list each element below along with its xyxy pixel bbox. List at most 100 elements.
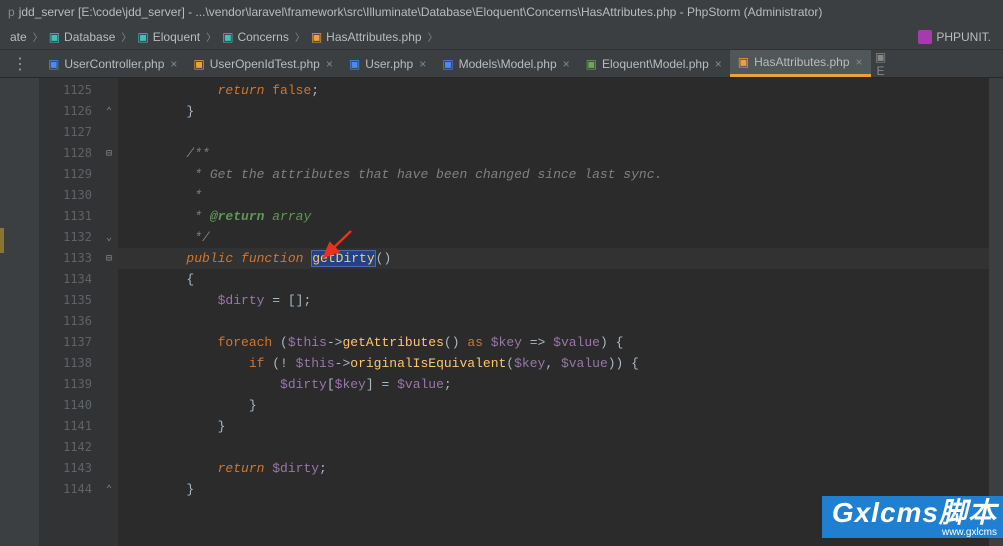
tab-label: Models\Model.php xyxy=(459,57,557,71)
fold-end-icon[interactable]: ⌃ xyxy=(100,101,118,122)
change-marker xyxy=(0,228,4,253)
watermark: Gxlcms脚本 www.gxlcms xyxy=(822,496,1003,538)
phpunit-label: PHPUNIT. xyxy=(936,30,991,44)
breadcrumb-item[interactable]: ▣ HasAttributes.php xyxy=(309,30,424,44)
line-number: 1125 xyxy=(40,80,100,101)
code-line: } xyxy=(118,101,989,122)
tab-overflow[interactable]: ▣ E xyxy=(871,50,891,78)
code-line: foreach ($this->getAttributes() as $key … xyxy=(118,332,989,353)
line-number-gutter[interactable]: 1125 1126 1127 1128 1129 1130 1131 1132 … xyxy=(40,78,100,546)
line-number: 1139 xyxy=(40,374,100,395)
close-icon[interactable]: × xyxy=(419,57,426,71)
vertical-scrollbar[interactable] xyxy=(989,78,1003,546)
code-line: * xyxy=(118,185,989,206)
line-number: 1143 xyxy=(40,458,100,479)
editor-tab-active[interactable]: ▣ HasAttributes.php × xyxy=(730,50,871,77)
code-line: if (! $this->originalIsEquivalent($key, … xyxy=(118,353,989,374)
editor-area: 1125 1126 1127 1128 1129 1130 1131 1132 … xyxy=(0,78,1003,546)
line-number: 1140 xyxy=(40,395,100,416)
line-number: 1144 xyxy=(40,479,100,500)
breadcrumb-item[interactable]: ▣ Database xyxy=(47,30,118,44)
breadcrumb-label: Concerns xyxy=(237,30,288,44)
code-line: * Get the attributes that have been chan… xyxy=(118,164,989,185)
line-number: 1127 xyxy=(40,122,100,143)
close-icon[interactable]: × xyxy=(170,57,177,71)
highlighted-function: getDirty xyxy=(311,250,375,267)
breadcrumb-item[interactable]: ate xyxy=(8,30,29,44)
chevron-right-icon: 〉 xyxy=(206,29,216,44)
code-line-current: public function getDirty() xyxy=(118,248,989,269)
php-file-icon: ▣ xyxy=(586,57,597,71)
code-editor[interactable]: return false; } /** * Get the attributes… xyxy=(118,78,989,546)
php-file-icon: ▣ xyxy=(442,57,453,71)
tab-label: HasAttributes.php xyxy=(754,55,849,69)
fold-gutter[interactable]: ⌃ ⊟ ⌄ ⊟ ⌃ xyxy=(100,78,118,546)
watermark-main: Gxlcms脚本 xyxy=(832,497,997,528)
breadcrumb-item[interactable]: ▣ Concerns xyxy=(220,30,291,44)
breadcrumb-label: Database xyxy=(64,30,115,44)
folder-icon: ▣ xyxy=(49,30,60,44)
line-number: 1132 xyxy=(40,227,100,248)
editor-tab[interactable]: ▣ UserOpenIdTest.php × xyxy=(185,50,340,77)
fold-end-icon[interactable]: ⌃ xyxy=(100,479,118,500)
line-number: 1131 xyxy=(40,206,100,227)
window-title: jdd_server [E:\code\jdd_server] - ...\ve… xyxy=(19,5,823,19)
editor-tab[interactable]: ▣ Eloquent\Model.php × xyxy=(578,50,730,77)
line-number: 1128 xyxy=(40,143,100,164)
breadcrumb-label: HasAttributes.php xyxy=(326,30,421,44)
tool-window-strip[interactable] xyxy=(0,78,40,546)
line-number: 1134 xyxy=(40,269,100,290)
chevron-right-icon: 〉 xyxy=(121,29,131,44)
line-number: 1136 xyxy=(40,311,100,332)
editor-tab[interactable]: ▣ Models\Model.php × xyxy=(434,50,577,77)
line-number: 1130 xyxy=(40,185,100,206)
breadcrumb-item[interactable]: ▣ Eloquent xyxy=(135,30,202,44)
close-icon[interactable]: × xyxy=(715,57,722,71)
php-file-icon: ▣ xyxy=(193,57,204,71)
fold-start-icon[interactable]: ⊟ xyxy=(100,248,118,269)
fold-start-icon[interactable]: ⊟ xyxy=(100,143,118,164)
close-icon[interactable]: × xyxy=(326,57,333,71)
tab-label: UserOpenIdTest.php xyxy=(210,57,320,71)
breadcrumb-label: ate xyxy=(10,30,27,44)
line-number: 1141 xyxy=(40,416,100,437)
code-line: */ xyxy=(118,227,989,248)
code-line: $dirty = []; xyxy=(118,290,989,311)
folder-icon: ▣ xyxy=(137,30,148,44)
code-line xyxy=(118,311,989,332)
chevron-right-icon: 〉 xyxy=(428,29,438,44)
close-icon[interactable]: × xyxy=(563,57,570,71)
code-line xyxy=(118,437,989,458)
close-icon[interactable]: × xyxy=(856,55,863,69)
breadcrumb-label: Eloquent xyxy=(153,30,200,44)
php-file-icon: ▣ xyxy=(311,30,322,44)
tab-label: Eloquent\Model.php xyxy=(602,57,709,71)
code-line: } xyxy=(118,416,989,437)
code-line xyxy=(118,122,989,143)
editor-tabs: ⋮ ▣ UserController.php × ▣ UserOpenIdTes… xyxy=(0,50,1003,78)
phpunit-icon xyxy=(918,30,932,44)
code-line: * @return array xyxy=(118,206,989,227)
editor-tab[interactable]: ▣ UserController.php × xyxy=(40,50,185,77)
line-number: 1133 xyxy=(40,248,100,269)
fold-end-icon[interactable]: ⌄ xyxy=(100,227,118,248)
editor-tab[interactable]: ▣ User.php × xyxy=(341,50,434,77)
phpunit-config[interactable]: PHPUNIT. xyxy=(918,30,995,44)
tab-label: User.php xyxy=(365,57,413,71)
code-line: } xyxy=(118,395,989,416)
line-number: 1137 xyxy=(40,332,100,353)
chevron-right-icon: 〉 xyxy=(295,29,305,44)
php-file-icon: ▣ xyxy=(48,57,59,71)
code-line: return $dirty; xyxy=(118,458,989,479)
breadcrumb-bar: ate 〉 ▣ Database 〉 ▣ Eloquent 〉 ▣ Concer… xyxy=(0,24,1003,50)
menu-icon[interactable]: ⋮ xyxy=(12,54,28,74)
line-number: 1135 xyxy=(40,290,100,311)
line-number: 1129 xyxy=(40,164,100,185)
tabs-left-controls: ⋮ xyxy=(0,54,40,74)
line-number: 1138 xyxy=(40,353,100,374)
code-line: return false; xyxy=(118,80,989,101)
php-file-icon: ▣ xyxy=(738,55,749,69)
folder-icon: ▣ xyxy=(222,30,233,44)
line-number: 1142 xyxy=(40,437,100,458)
code-line: $dirty[$key] = $value; xyxy=(118,374,989,395)
